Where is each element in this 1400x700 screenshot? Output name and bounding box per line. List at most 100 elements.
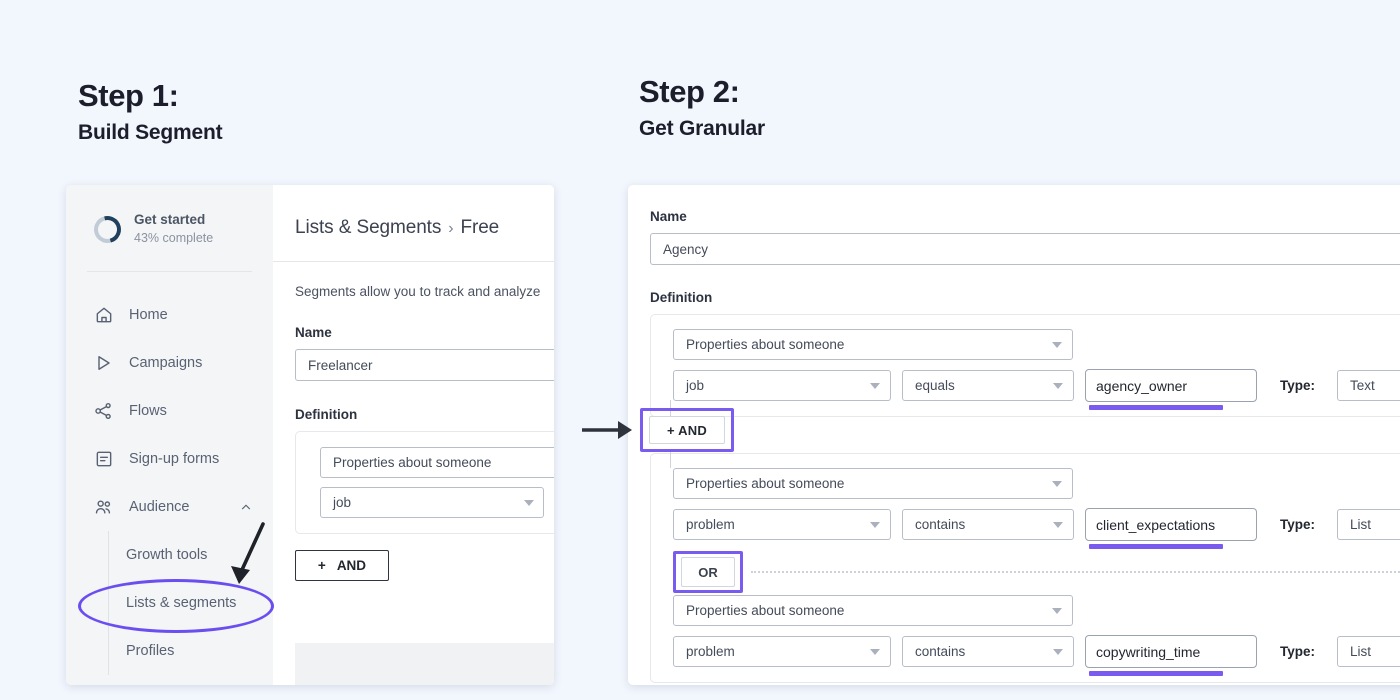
condition-subject-select[interactable]: Properties about someone	[673, 468, 1073, 499]
annotation-arrow	[231, 522, 265, 584]
definition-label: Definition	[650, 290, 713, 305]
annotation-circle	[78, 579, 274, 633]
chevron-down-icon	[870, 382, 880, 389]
condition-subject-select[interactable]: Properties about someone	[320, 447, 554, 478]
add-or-condition-button[interactable]: OR	[681, 557, 735, 587]
value-highlight-underline	[1089, 405, 1223, 410]
chevron-down-icon	[870, 521, 880, 528]
step2-subtitle: Get Granular	[639, 117, 765, 140]
chevron-down-icon	[524, 499, 534, 506]
condition-type-select[interactable]: List	[1337, 509, 1400, 540]
panel-footer	[295, 643, 554, 685]
step1-heading: Step 1: Build Segment	[78, 78, 223, 144]
type-label: Type:	[1280, 517, 1316, 532]
breadcrumb-root[interactable]: Lists & Segments	[295, 217, 441, 238]
condition-group-1: Properties about someone job equals agen…	[650, 314, 1400, 417]
step-transition-arrow	[582, 421, 632, 439]
condition-operator-select[interactable]: contains	[902, 509, 1074, 540]
chevron-up-icon[interactable]	[239, 500, 253, 514]
condition-operator-select[interactable]: equals	[902, 370, 1074, 401]
condition-value-input[interactable]: client_expectations	[1085, 508, 1257, 541]
or-dotted-divider	[751, 571, 1400, 573]
type-label: Type:	[1280, 644, 1316, 659]
condition-type-select[interactable]: Text	[1337, 370, 1400, 401]
get-started-progress: 43% complete	[134, 230, 214, 245]
condition-field-select[interactable]: job	[320, 487, 544, 518]
condition-value-text: agency_owner	[1096, 377, 1188, 394]
chevron-down-icon	[1053, 648, 1063, 655]
segment-name-input[interactable]: Agency	[650, 233, 1400, 265]
sidebar-subitem-label: Growth tools	[126, 547, 208, 564]
segment-name-input[interactable]: Freelancer	[295, 349, 554, 381]
chevron-down-icon	[1052, 607, 1062, 614]
condition-type-value: Text	[1350, 378, 1375, 393]
condition-type-value: List	[1350, 517, 1372, 532]
segment-description: Segments allow you to track and analyze	[295, 284, 541, 299]
and-button-label: AND	[336, 558, 367, 573]
condition-value-input[interactable]: agency_owner	[1085, 369, 1257, 402]
signup-forms-icon	[96, 451, 112, 467]
chevron-down-icon	[1053, 521, 1063, 528]
condition-field-select[interactable]: job	[673, 370, 891, 401]
breadcrumb-separator: ›	[448, 220, 454, 237]
condition-subject-value: Properties about someone	[333, 455, 492, 470]
name-label: Name	[295, 325, 332, 340]
step2-app-panel: Name Agency Definition Properties about …	[628, 185, 1400, 685]
condition-operator-value: equals	[915, 378, 955, 393]
or-separator-row: OR	[673, 551, 1400, 593]
sidebar-item-signup-forms[interactable]: Sign-up forms	[66, 435, 273, 483]
condition-field-select[interactable]: problem	[673, 509, 891, 540]
breadcrumb-current: Free	[460, 217, 500, 238]
condition-type-value: List	[1350, 644, 1372, 659]
home-icon	[96, 307, 112, 323]
condition-value-text: client_expectations	[1096, 516, 1216, 533]
sidebar-item-label: Flows	[129, 403, 167, 420]
chevron-down-icon	[1052, 480, 1062, 487]
condition-field-value: job	[333, 495, 352, 510]
sidebar-item-home[interactable]: Home	[66, 291, 273, 339]
condition-subject-select[interactable]: Properties about someone	[673, 329, 1073, 360]
step1-subtitle: Build Segment	[78, 121, 223, 144]
condition-operator-value: contains	[915, 517, 966, 532]
condition-operator-select[interactable]: contains	[902, 636, 1074, 667]
condition-type-select[interactable]: List	[1337, 636, 1400, 667]
sidebar-item-label: Audience	[129, 499, 190, 516]
condition-subject-select[interactable]: Properties about someone	[673, 595, 1073, 626]
condition-field-value: job	[686, 378, 705, 393]
group-connector-bottom	[670, 450, 671, 468]
condition-value-text: copywriting_time	[1096, 643, 1201, 660]
step1-title: Step 1:	[78, 78, 179, 113]
condition-operator-value: contains	[915, 644, 966, 659]
chevron-down-icon	[870, 648, 880, 655]
sidebar-subitem-label: Profiles	[126, 643, 175, 660]
step1-main-content: Lists & Segments › Free Segments allow you…	[273, 185, 554, 685]
sidebar-divider	[87, 271, 252, 273]
get-started-widget[interactable]: Get started 43% complete	[66, 185, 273, 248]
flows-icon	[95, 403, 111, 420]
condition-value-input[interactable]: copywriting_time	[1085, 635, 1257, 668]
condition-field-select[interactable]: problem	[673, 636, 891, 667]
sidebar-item-label: Sign-up forms	[129, 451, 220, 468]
add-and-condition-button[interactable]: + AND	[649, 416, 725, 444]
sidebar-item-label: Home	[129, 307, 168, 324]
sidebar-item-label: Campaigns	[129, 355, 203, 372]
audience-icon	[95, 500, 111, 514]
add-and-condition-button[interactable]: + AND	[295, 550, 389, 581]
chevron-down-icon	[1053, 382, 1063, 389]
type-label: Type:	[1280, 378, 1316, 393]
value-highlight-underline	[1089, 544, 1223, 549]
sidebar-item-flows[interactable]: Flows	[66, 387, 273, 435]
progress-ring-icon	[89, 210, 126, 248]
sidebar-item-profiles[interactable]: Profiles	[108, 627, 273, 675]
name-label: Name	[650, 209, 687, 224]
sidebar-item-campaigns[interactable]: Campaigns	[66, 339, 273, 387]
campaigns-icon	[98, 356, 110, 371]
segment-name-value: Agency	[663, 241, 709, 257]
condition-subject-value: Properties about someone	[686, 603, 845, 618]
get-started-title: Get started	[134, 212, 206, 227]
plus-icon: +	[317, 558, 326, 573]
or-button-highlight: OR	[673, 551, 743, 593]
screenshot-root: Step 1: Build Segment Step 2: Get Granul…	[0, 0, 1400, 700]
condition-subject-value: Properties about someone	[686, 476, 845, 491]
chevron-down-icon	[1052, 341, 1062, 348]
